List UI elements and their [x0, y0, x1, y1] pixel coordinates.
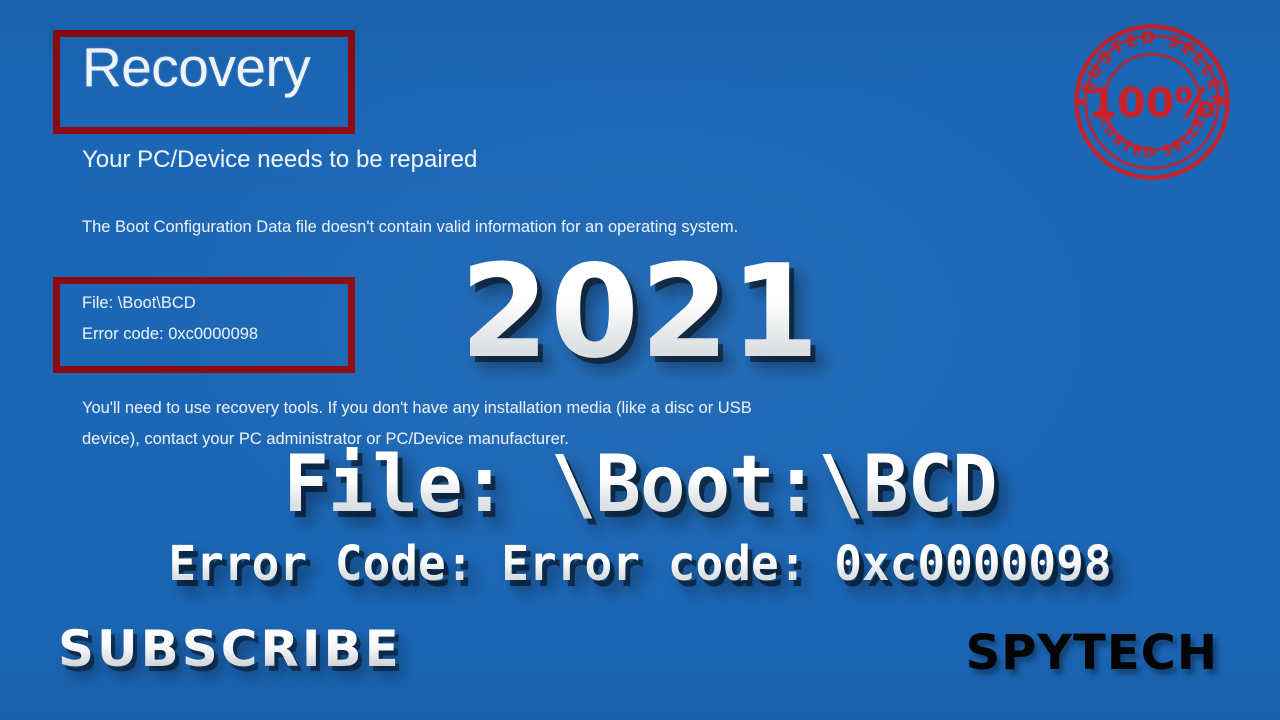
subscribe-call-to-action[interactable]: SUBSCRIBE: [58, 620, 402, 678]
stamp-center-text: 100%: [1088, 79, 1215, 127]
recovery-advice-line-1: You'll need to use recovery tools. If yo…: [82, 399, 752, 417]
overlay-file-headline: File: \Boot:\BCD: [19, 440, 1261, 530]
trusted-seller-stamp-icon: TRUSTED SELLER TRUSTED SELLER 100%: [1068, 18, 1236, 186]
overlay-year-text: 2021: [0, 238, 1280, 387]
subtitle-divider: [82, 181, 566, 183]
recovery-error-screenshot: Recovery Your PC/Device needs to be repa…: [0, 0, 1280, 720]
annotation-box-recovery-title: [53, 30, 355, 134]
channel-brand-watermark: SPYTECH: [965, 625, 1218, 681]
recovery-subtitle: Your PC/Device needs to be repaired: [82, 146, 478, 173]
overlay-error-headline: Error Code: Error code: 0xc0000098: [26, 536, 1255, 592]
